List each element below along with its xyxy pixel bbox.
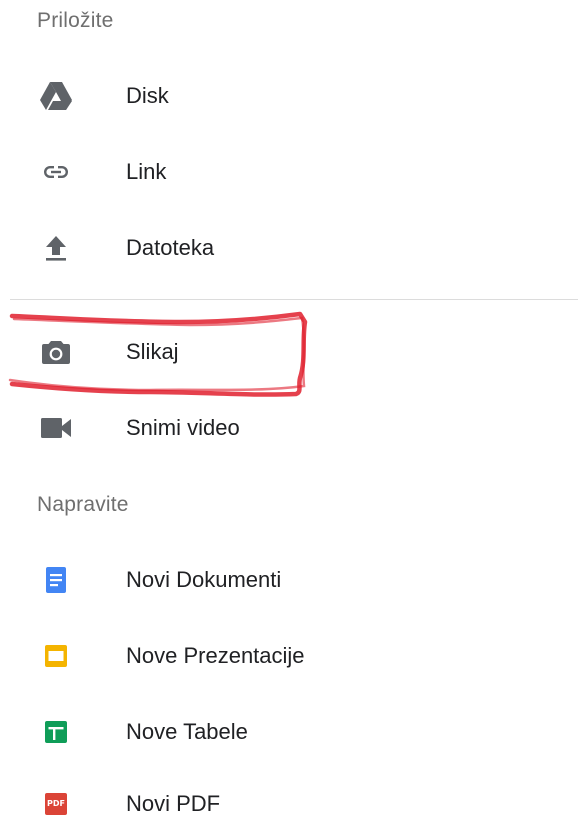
menu-item-link[interactable]: Link (0, 142, 578, 202)
menu-item-datoteka[interactable]: Datoteka (0, 218, 578, 278)
sheets-icon (36, 712, 76, 752)
create-section-header: Napravite (37, 493, 129, 516)
docs-icon (36, 560, 76, 600)
section-divider (10, 299, 578, 300)
menu-item-snimi-video[interactable]: Snimi video (0, 398, 578, 458)
menu-item-nove-prezentacije[interactable]: Nove Prezentacije (0, 626, 578, 686)
slides-icon (36, 636, 76, 676)
menu-item-novi-pdf[interactable]: PDF Novi PDF (0, 774, 578, 834)
menu-item-nove-tabele[interactable]: Nove Tabele (0, 702, 578, 762)
pdf-badge: PDF (45, 793, 67, 815)
menu-item-label: Nove Prezentacije (126, 643, 305, 668)
menu-item-label: Novi PDF (126, 791, 221, 816)
videocam-icon (36, 408, 76, 448)
drive-icon (36, 76, 76, 116)
camera-icon (36, 332, 76, 372)
menu-item-label: Novi Dokumenti (126, 567, 282, 592)
menu-item-label: Nove Tabele (126, 719, 248, 744)
menu-item-label: Slikaj (126, 339, 179, 364)
menu-item-disk[interactable]: Disk (0, 66, 578, 126)
menu-item-slikaj[interactable]: Slikaj (0, 322, 578, 382)
pdf-icon: PDF (36, 784, 76, 824)
menu-item-novi-dokumenti[interactable]: Novi Dokumenti (0, 550, 578, 610)
menu-item-label: Link (126, 159, 167, 184)
link-icon (36, 152, 76, 192)
menu-item-label: Datoteka (126, 235, 215, 260)
upload-icon (36, 228, 76, 268)
attach-section-header: Priložite (37, 9, 114, 32)
menu-item-label: Snimi video (126, 415, 240, 440)
menu-item-label: Disk (126, 83, 169, 108)
